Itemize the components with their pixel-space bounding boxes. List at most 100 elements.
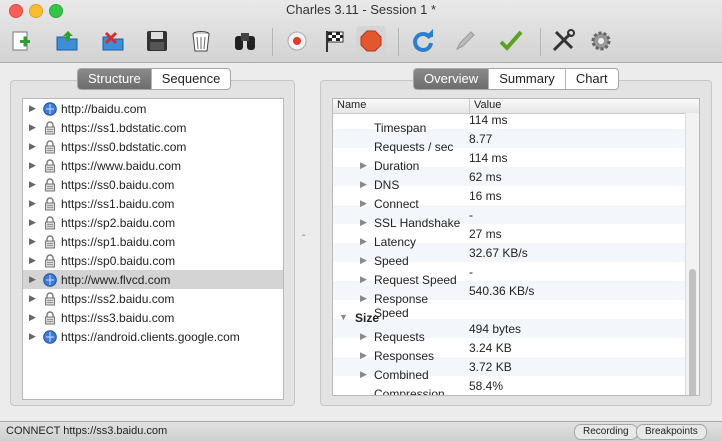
tree-row[interactable]: ▶ https://sp0.baidu.com	[23, 251, 283, 270]
disclosure-triangle-icon[interactable]: ▶	[360, 350, 367, 361]
row-value: -	[469, 264, 473, 279]
disclosure-triangle-icon[interactable]: ▶	[29, 198, 37, 209]
right-view-tabs: Overview Summary Chart	[413, 68, 619, 90]
throttle-flag-icon	[326, 31, 344, 52]
tree-row[interactable]: ▶ https://ss0.baidu.com	[23, 175, 283, 194]
toolbar	[0, 24, 722, 58]
vertical-scrollbar[interactable]	[685, 113, 699, 395]
recording-button[interactable]: Recording	[574, 424, 638, 440]
disclosure-triangle-icon[interactable]: ▶	[360, 255, 367, 266]
clear-button[interactable]	[186, 26, 216, 56]
new-session-button[interactable]	[6, 26, 36, 56]
row-name: Requests	[374, 329, 425, 344]
tree-row[interactable]: ▶ https://ss3.baidu.com	[23, 308, 283, 327]
tree-row[interactable]: ▶ https://ss0.bdstatic.com	[23, 137, 283, 156]
tab-sequence[interactable]: Sequence	[152, 69, 231, 89]
disclosure-triangle-icon[interactable]: ▶	[29, 274, 37, 285]
row-value: 3.24 KB	[469, 340, 512, 355]
validate-button[interactable]	[496, 26, 526, 56]
disclosure-triangle-icon[interactable]: ▶	[360, 274, 367, 285]
row-value: 27 ms	[469, 226, 502, 241]
lock-icon	[45, 215, 55, 229]
breakpoints-status-button[interactable]: Breakpoints	[636, 424, 707, 440]
scrollbar-thumb[interactable]	[689, 269, 696, 395]
disclosure-triangle-icon[interactable]: ▶	[29, 122, 37, 133]
refresh-button[interactable]	[408, 26, 438, 56]
record-button[interactable]	[282, 26, 312, 56]
disclosure-triangle-icon[interactable]: ▶	[29, 236, 37, 247]
tree-row[interactable]: ▶ https://sp1.baidu.com	[23, 232, 283, 251]
disclosure-triangle-icon[interactable]: ▶	[360, 236, 367, 247]
row-value: 494 bytes	[469, 321, 522, 336]
disclosure-triangle-icon[interactable]: ▶	[360, 331, 367, 342]
row-value: 3.72 KB	[469, 359, 512, 374]
open-session-button[interactable]	[52, 26, 82, 56]
row-value: 540.36 KB/s	[469, 283, 535, 298]
tools-icon	[552, 29, 575, 52]
host-label: http://baidu.com	[61, 101, 147, 116]
validate-check-icon	[499, 30, 523, 51]
title-bar: Charles 3.11 - Session 1 *	[0, 0, 722, 63]
host-label: https://ss0.bdstatic.com	[61, 139, 187, 154]
status-bar: CONNECT https://ss3.baidu.com Recording …	[0, 421, 722, 441]
split-handle-icon[interactable]: ˆ	[302, 234, 305, 245]
record-icon	[287, 31, 307, 51]
row-value: 32.67 KB/s	[469, 245, 528, 260]
disclosure-triangle-icon[interactable]: ▶	[29, 293, 37, 304]
tree-row[interactable]: ▶ https://www.baidu.com	[23, 156, 283, 175]
row-name: Request Speed	[374, 272, 457, 287]
row-name: Response Speed	[374, 291, 429, 320]
host-label: http://www.flvcd.com	[61, 272, 171, 287]
row-name: SSL Handshake	[374, 215, 461, 230]
throttle-button[interactable]	[320, 26, 350, 56]
disclosure-triangle-icon[interactable]: ▶	[360, 179, 367, 190]
disclosure-triangle-icon[interactable]: ▶	[360, 160, 367, 171]
lock-icon	[45, 139, 55, 153]
lock-icon	[45, 310, 55, 324]
settings-button[interactable]	[586, 26, 616, 56]
row-value: 114 ms	[469, 150, 508, 165]
disclosure-triangle-icon[interactable]: ▶	[29, 179, 37, 190]
tree-row[interactable]: ▶ https://ss1.baidu.com	[23, 194, 283, 213]
tab-structure[interactable]: Structure	[78, 69, 152, 89]
table-row[interactable]: Timespan 114 ms	[333, 110, 699, 135]
close-session-button[interactable]	[98, 26, 128, 56]
disclosure-triangle-icon[interactable]: ▶	[360, 217, 367, 228]
globe-icon	[43, 272, 57, 287]
tree-row[interactable]: ▶ https://sp2.baidu.com	[23, 213, 283, 232]
row-value: 58.4%	[469, 378, 504, 393]
disclosure-triangle-icon[interactable]: ▶	[360, 293, 367, 304]
tree-row[interactable]: ▶ http://www.flvcd.com	[23, 270, 283, 289]
disclosure-triangle-icon[interactable]: ▶	[29, 160, 37, 171]
tree-row[interactable]: ▶ http://baidu.com	[23, 99, 283, 118]
disclosure-triangle-icon[interactable]: ▶	[360, 369, 367, 380]
expanded-triangle-icon[interactable]: ▼	[339, 312, 348, 322]
row-name: Compression	[374, 386, 445, 396]
tree-row[interactable]: ▶ https://android.clients.google.com	[23, 327, 283, 346]
disclosure-triangle-icon[interactable]: ▶	[29, 103, 37, 114]
tab-chart[interactable]: Chart	[566, 69, 618, 89]
edit-button[interactable]	[450, 26, 480, 56]
find-button[interactable]	[230, 26, 260, 56]
disclosure-triangle-icon[interactable]: ▶	[29, 141, 37, 152]
disclosure-triangle-icon[interactable]: ▶	[29, 312, 37, 323]
host-label: https://android.clients.google.com	[61, 329, 240, 344]
save-button[interactable]	[142, 26, 172, 56]
tab-overview[interactable]: Overview	[414, 69, 490, 89]
disclosure-triangle-icon[interactable]: ▶	[360, 198, 367, 209]
lock-icon	[45, 253, 55, 267]
disclosure-triangle-icon[interactable]: ▶	[29, 255, 37, 266]
tools-button[interactable]	[548, 26, 578, 56]
disclosure-triangle-icon[interactable]: ▶	[29, 217, 37, 228]
disclosure-triangle-icon[interactable]: ▶	[29, 331, 37, 342]
breakpoint-stop-icon	[360, 30, 382, 52]
globe-icon	[43, 329, 57, 344]
breakpoints-button[interactable]	[356, 26, 386, 56]
tree-row[interactable]: ▶ https://ss1.bdstatic.com	[23, 118, 283, 137]
host-tree[interactable]: ▶ http://baidu.com ▶ https://ss1.bdstatic.c…	[22, 98, 284, 400]
refresh-icon	[413, 29, 433, 52]
tab-summary[interactable]: Summary	[489, 69, 566, 89]
lock-icon	[45, 120, 55, 134]
tree-row[interactable]: ▶ https://ss2.baidu.com	[23, 289, 283, 308]
table-row[interactable]: ▶ Requests 494 bytes	[333, 319, 699, 344]
